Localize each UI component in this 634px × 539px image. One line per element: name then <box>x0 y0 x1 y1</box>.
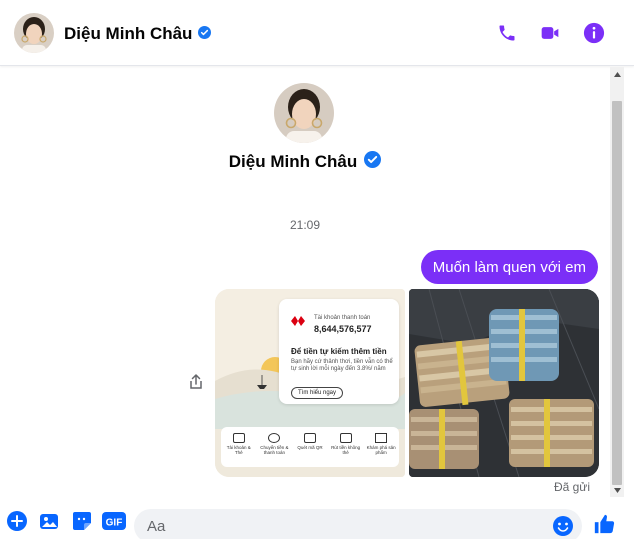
action-item: Khám phá sản phẩm <box>365 433 397 467</box>
contact-name: Diệu Minh Châu <box>228 152 358 171</box>
action-item: Rút tiền không thẻ <box>330 433 362 467</box>
image-attachment-bank-screenshot[interactable]: Tài khoản thanh toán 8,644,576,577 Để ti… <box>215 289 405 477</box>
emoji-icon[interactable] <box>552 515 574 537</box>
messenger-chat-window: Diệu Minh Châu Diệu Minh Châu 21:09 Muốn… <box>0 0 634 539</box>
share-icon[interactable] <box>186 372 206 392</box>
bank-action-bar: Tài khoản & Thẻ Chuyển tiền & thanh toán… <box>221 427 399 467</box>
action-item: Chuyển tiền & thanh toán <box>258 433 290 467</box>
promo-title: Để tiền tự kiếm thêm tiền <box>291 347 387 356</box>
chat-header: Diệu Minh Châu <box>0 0 634 66</box>
sticker-icon[interactable] <box>71 510 93 532</box>
message-input-container <box>134 509 582 539</box>
action-item: Tài khoản & Thẻ <box>223 433 255 467</box>
message-composer: GIF <box>0 505 634 539</box>
bank-account-card: Tài khoản thanh toán 8,644,576,577 Để ti… <box>279 299 399 404</box>
seen-status: Đã gửi <box>553 480 590 494</box>
scroll-up-arrow-icon[interactable] <box>610 67 624 81</box>
account-label: Tài khoản thanh toán <box>314 315 371 321</box>
contact-name: Diệu Minh Châu <box>64 24 193 43</box>
thumbs-up-icon[interactable] <box>592 512 616 536</box>
profile-avatar[interactable] <box>274 83 334 143</box>
action-item: Quét mã QR <box>294 433 326 467</box>
account-number: 8,644,576,577 <box>314 324 372 334</box>
verified-badge-icon <box>198 24 212 44</box>
plus-icon[interactable] <box>6 510 28 532</box>
outgoing-message-bubble[interactable]: Muốn làm quen với em <box>420 250 598 284</box>
gif-label: GIF <box>106 518 123 529</box>
wallet-icon <box>232 433 245 443</box>
message-input[interactable] <box>134 509 544 539</box>
atm-icon <box>339 433 352 443</box>
phone-icon[interactable] <box>494 20 520 46</box>
image-attachment-cash-photo[interactable] <box>409 289 599 477</box>
qr-icon <box>303 433 316 443</box>
gif-icon[interactable]: GIF <box>102 510 126 532</box>
profile-name: Diệu Minh Châu <box>0 151 610 173</box>
verified-badge-icon <box>364 151 382 173</box>
contact-name-header[interactable]: Diệu Minh Châu <box>64 24 212 44</box>
image-icon[interactable] <box>38 510 60 532</box>
video-camera-icon[interactable] <box>537 20 563 46</box>
promo-button: Tìm hiểu ngay <box>291 387 344 399</box>
scroll-down-arrow-icon[interactable] <box>610 483 624 497</box>
transfer-icon <box>268 433 281 443</box>
promo-description: Bạn hãy cứ thảnh thơi, tiền vẫn có thể t… <box>291 359 393 372</box>
message-list: Diệu Minh Châu 21:09 Muốn làm quen với e… <box>0 67 610 497</box>
bank-icon <box>375 433 388 443</box>
scrollbar-thumb[interactable] <box>612 101 622 485</box>
avatar[interactable] <box>14 13 54 53</box>
info-icon[interactable] <box>581 20 607 46</box>
message-timestamp: 21:09 <box>289 218 321 232</box>
